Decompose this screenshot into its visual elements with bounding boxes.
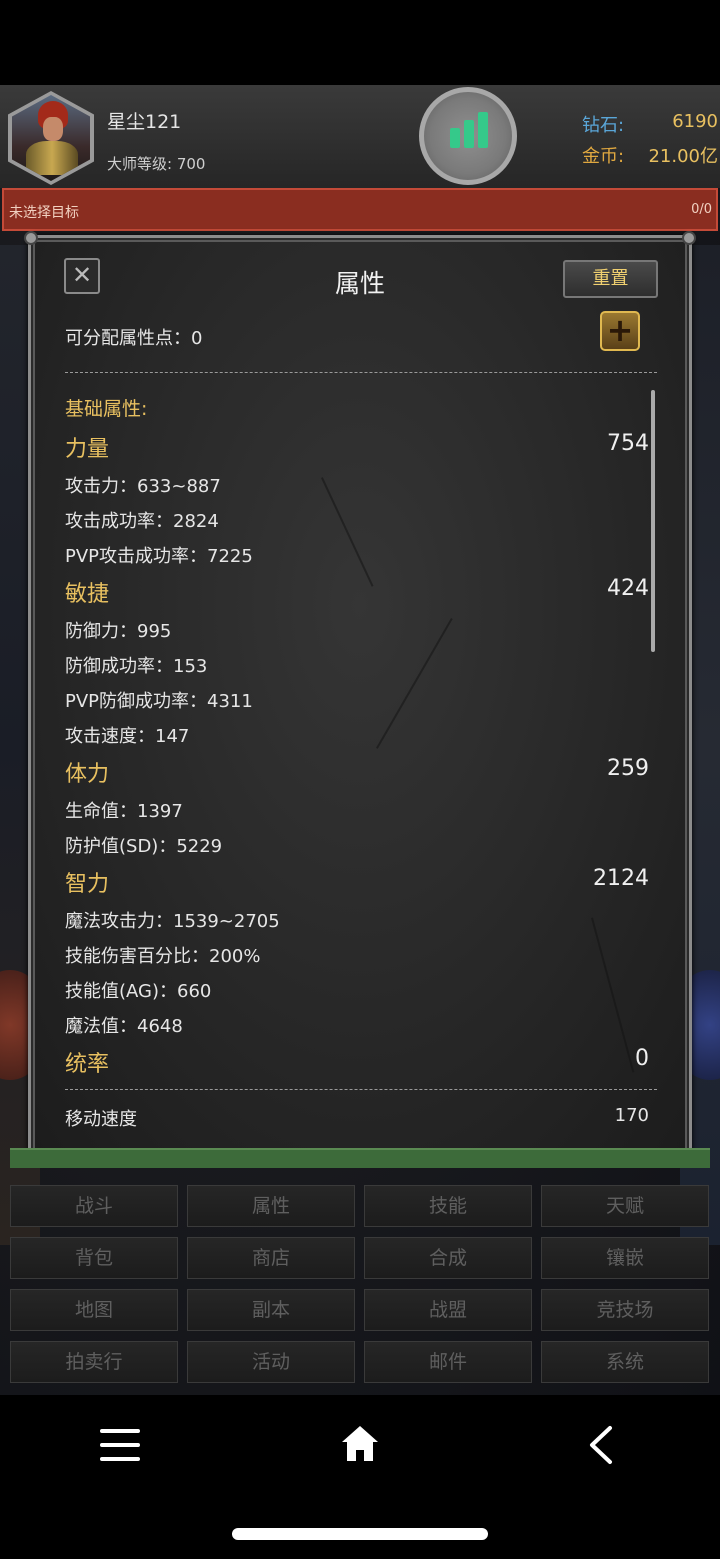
experience-bar — [10, 1148, 710, 1168]
stat-line: PVP防御成功率：4311 — [65, 691, 253, 712]
stat-line: 魔法攻击力：1539~2705 — [65, 911, 280, 932]
master-level: 大师等级: 700 — [107, 155, 206, 173]
stone-crack — [591, 917, 635, 1073]
menu-battle[interactable]: 战斗 — [10, 1185, 178, 1227]
energy-label: 智力 — [65, 872, 110, 897]
avatar-portrait — [12, 95, 90, 181]
panel-corner — [682, 231, 696, 245]
target-count: 0/0 — [691, 202, 712, 217]
stat-line: 防护值(SD)：5229 — [65, 836, 223, 857]
home-indicator[interactable] — [232, 1528, 488, 1540]
command-value: 0 — [635, 1046, 649, 1071]
avatar-armor — [26, 141, 78, 175]
scrollbar[interactable] — [651, 390, 655, 652]
bar-chart-button[interactable] — [419, 87, 517, 185]
menu-attributes[interactable]: 属性 — [187, 1185, 355, 1227]
diamond-value: 6190 — [672, 111, 718, 132]
back-icon[interactable] — [586, 1425, 614, 1465]
menu-icon[interactable] — [100, 1429, 140, 1461]
bar-chart-icon — [464, 120, 474, 148]
stat-line: 魔法值：4648 — [65, 1016, 183, 1037]
stat-line: 攻击力：633~887 — [65, 476, 221, 497]
divider — [65, 372, 657, 373]
menu-inlay[interactable]: 镶嵌 — [541, 1237, 709, 1279]
divider — [65, 1089, 657, 1090]
menu-dungeon[interactable]: 副本 — [187, 1289, 355, 1331]
main-menu: 战斗 属性 技能 天赋 背包 商店 合成 镶嵌 地图 副本 战盟 竞技场 拍卖行… — [10, 1185, 710, 1385]
diamond-label: 钻石: — [582, 115, 625, 136]
gold-value: 21.00亿 — [648, 146, 718, 167]
vitality-value: 259 — [607, 756, 649, 781]
menu-events[interactable]: 活动 — [187, 1341, 355, 1383]
menu-arena[interactable]: 竞技场 — [541, 1289, 709, 1331]
status-bar — [0, 0, 720, 85]
stone-crack — [376, 618, 453, 749]
player-name: 星尘121 — [107, 111, 182, 133]
menu-mail[interactable]: 邮件 — [364, 1341, 532, 1383]
stat-line: 技能伤害百分比：200% — [65, 946, 261, 967]
stat-line: 生命值：1397 — [65, 801, 183, 822]
available-points: 可分配属性点：0 — [65, 328, 203, 349]
attribute-panel: ✕ 属性 重置 + 可分配属性点：0 基础属性: 力量 754 攻击力：633~… — [24, 231, 696, 1162]
command-label: 统率 — [65, 1052, 110, 1077]
home-icon[interactable] — [339, 1423, 381, 1465]
menu-skills[interactable]: 技能 — [364, 1185, 532, 1227]
bar-chart-icon — [478, 112, 488, 148]
basic-attributes-label: 基础属性: — [65, 398, 148, 420]
navigation-bar — [0, 1395, 720, 1559]
strength-value: 754 — [607, 431, 649, 456]
stat-line: 防御力：995 — [65, 621, 172, 642]
gold-label: 金币: — [582, 146, 625, 167]
avatar[interactable] — [8, 91, 94, 185]
energy-value: 2124 — [593, 866, 649, 891]
menu-talent[interactable]: 天赋 — [541, 1185, 709, 1227]
stat-line: 技能值(AG)：660 — [65, 981, 212, 1002]
move-speed-value: 170 — [614, 1105, 649, 1126]
panel-corner — [24, 231, 38, 245]
menu-system[interactable]: 系统 — [541, 1341, 709, 1383]
agility-label: 敏捷 — [65, 582, 110, 607]
vitality-label: 体力 — [65, 762, 110, 787]
bar-chart-icon — [450, 128, 460, 148]
avatar-face — [43, 117, 63, 141]
game-screen: 星尘121 大师等级: 700 钻石: 6190 金币: 21.00亿 未选择目… — [0, 85, 720, 1395]
menu-craft[interactable]: 合成 — [364, 1237, 532, 1279]
plus-icon: + — [606, 311, 634, 349]
menu-map[interactable]: 地图 — [10, 1289, 178, 1331]
plus-button[interactable]: + — [600, 311, 640, 351]
move-speed-label: 移动速度 — [65, 1109, 137, 1130]
stat-line: 攻击速度：147 — [65, 726, 190, 747]
stat-line: PVP攻击成功率：7225 — [65, 546, 253, 567]
stat-line: 防御成功率：153 — [65, 656, 208, 677]
stat-line: 攻击成功率：2824 — [65, 511, 219, 532]
menu-auction[interactable]: 拍卖行 — [10, 1341, 178, 1383]
stone-crack — [321, 477, 374, 587]
target-bar[interactable]: 未选择目标 0/0 — [2, 188, 718, 231]
menu-shop[interactable]: 商店 — [187, 1237, 355, 1279]
menu-bag[interactable]: 背包 — [10, 1237, 178, 1279]
player-header: 星尘121 大师等级: 700 钻石: 6190 金币: 21.00亿 — [0, 85, 720, 188]
strength-label: 力量 — [65, 437, 110, 462]
agility-value: 424 — [607, 576, 649, 601]
reset-button[interactable]: 重置 — [563, 260, 658, 298]
menu-guild[interactable]: 战盟 — [364, 1289, 532, 1331]
target-text: 未选择目标 — [9, 205, 79, 221]
